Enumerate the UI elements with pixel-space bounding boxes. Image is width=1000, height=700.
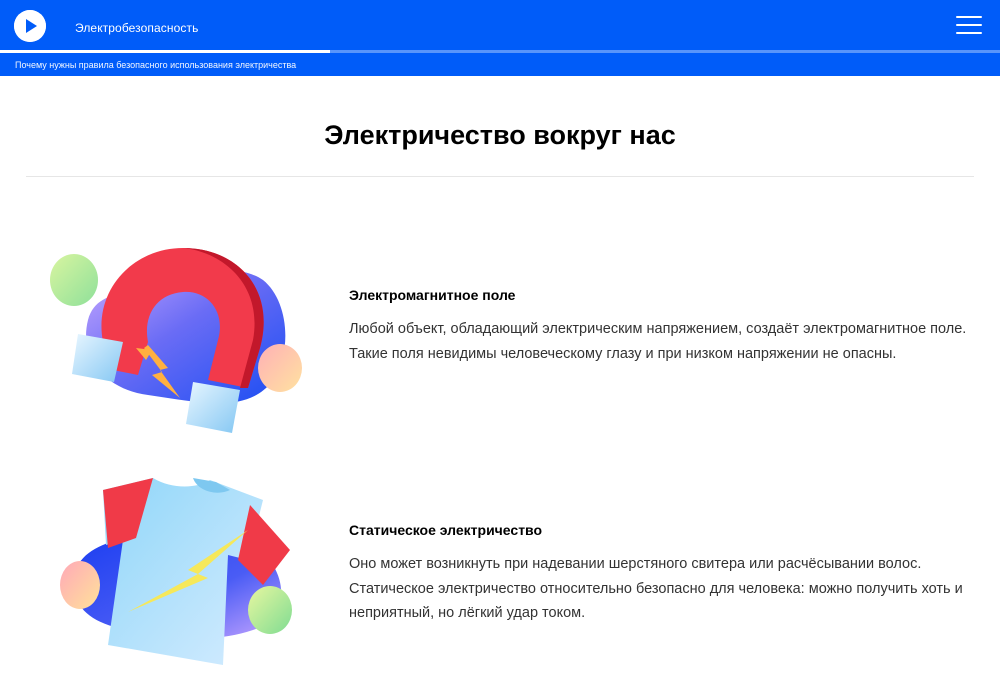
tshirt-lightning-icon (58, 470, 303, 675)
magnet-icon (48, 230, 308, 445)
progress-bar-fill (0, 50, 330, 53)
section-text-electromagnetic-field: Любой объект, обладающий электрическим н… (349, 321, 967, 362)
play-icon[interactable] (14, 10, 46, 42)
page-title: Электричество вокруг нас (324, 120, 676, 150)
section-heading-electromagnetic-field: Электромагнитное поле (349, 287, 516, 303)
app-title: Электробезопасность (75, 21, 199, 35)
lesson-subtitle: Почему нужны правила безопасного использ… (15, 60, 297, 70)
divider (26, 176, 974, 177)
progress-bar (0, 50, 1000, 53)
section-heading-static-electricity: Статическое электричество (349, 522, 543, 538)
hamburger-menu-icon[interactable] (956, 16, 982, 34)
top-bar: Электробезопасность Почему нужны правила… (0, 0, 1000, 76)
section-text-static-electricity: Оно может возникнуть при надевании шерст… (349, 556, 963, 621)
